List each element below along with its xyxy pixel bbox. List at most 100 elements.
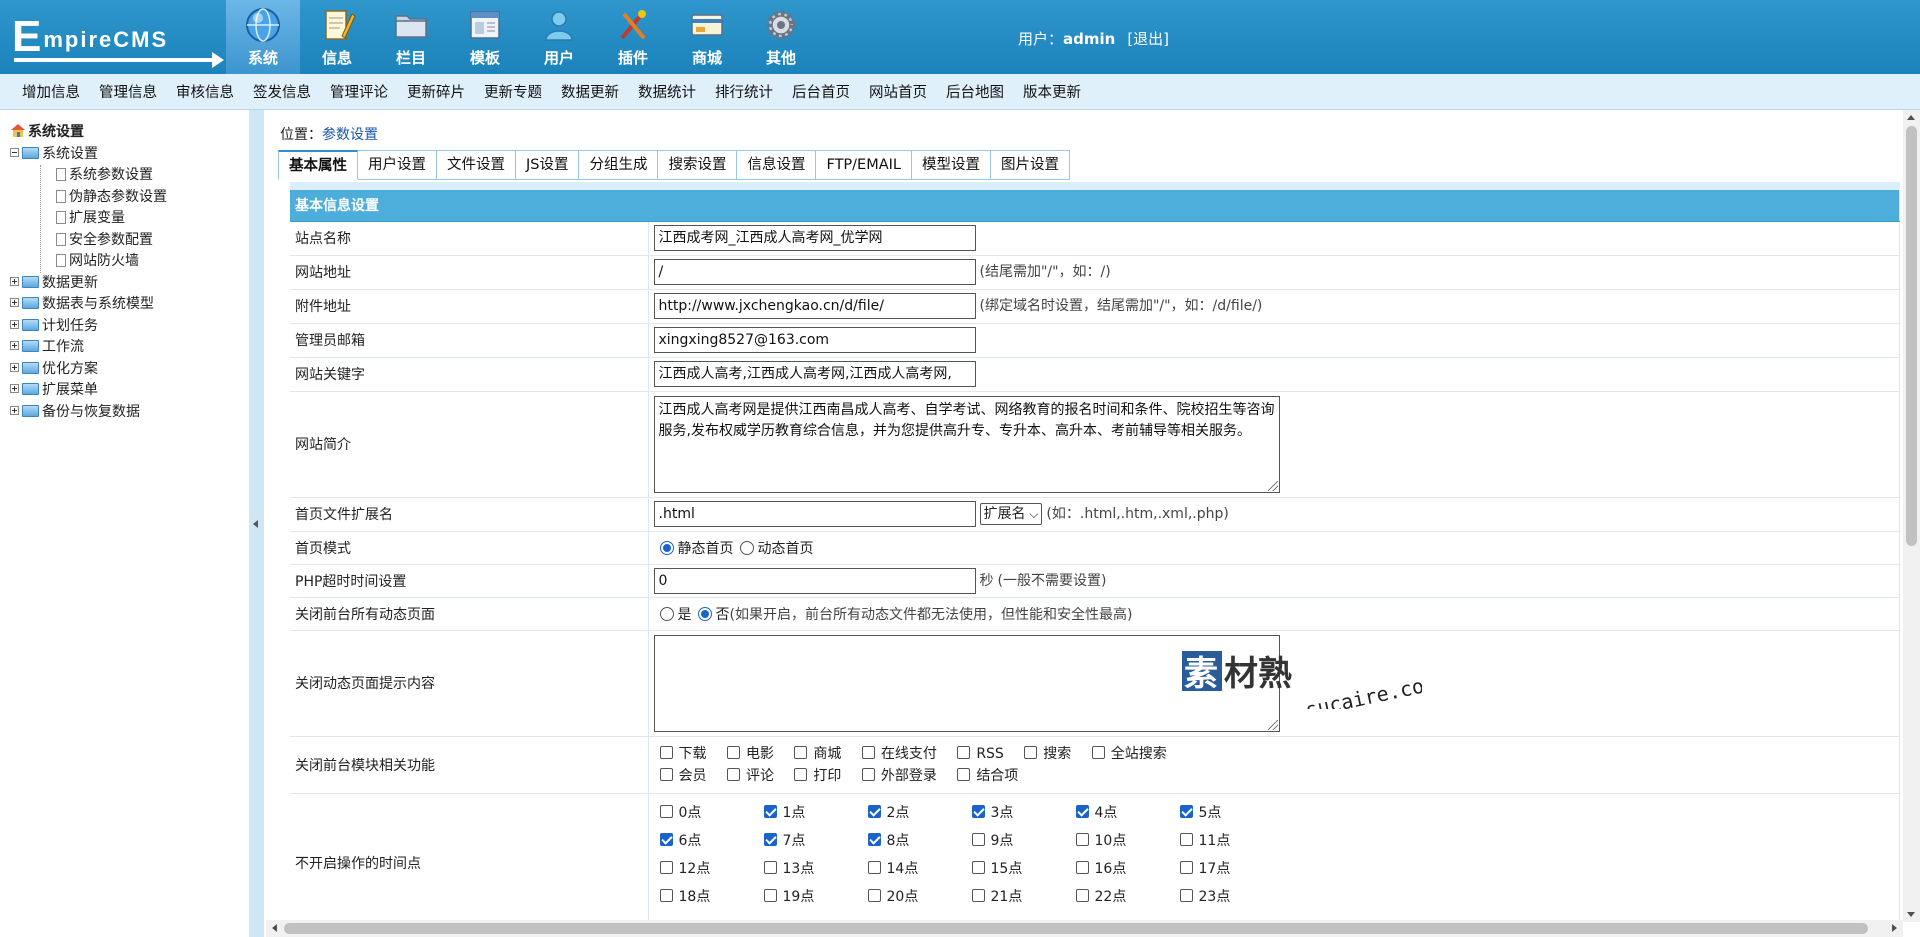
- tree-item-system-params[interactable]: 系统参数设置: [10, 165, 249, 187]
- module-checkbox[interactable]: [957, 767, 971, 781]
- scroll-up-icon[interactable]: [1907, 115, 1915, 120]
- hour-checkbox[interactable]: [1075, 860, 1089, 874]
- scroll-thumb[interactable]: [284, 923, 1868, 934]
- module-checkbox[interactable]: [861, 745, 875, 759]
- hour-checkbox[interactable]: [1179, 804, 1193, 818]
- module-checkbox[interactable]: [659, 745, 673, 759]
- subnav-sign-info[interactable]: 签发信息: [253, 81, 311, 102]
- subnav-site-home[interactable]: 网站首页: [869, 81, 927, 102]
- tree-group-system[interactable]: 系统设置: [10, 144, 249, 166]
- expand-icon[interactable]: [10, 341, 19, 350]
- module-checkbox[interactable]: [1024, 745, 1038, 759]
- hour-checkbox[interactable]: [867, 804, 881, 818]
- subnav-data-stats[interactable]: 数据统计: [638, 81, 696, 102]
- tree-group-backup[interactable]: 备份与恢复数据: [10, 402, 249, 424]
- hour-checkbox[interactable]: [971, 860, 985, 874]
- email-input[interactable]: xingxing8527@163.com: [653, 327, 976, 353]
- topnav-column[interactable]: 栏目: [374, 0, 448, 74]
- subnav-version-update[interactable]: 版本更新: [1023, 81, 1081, 102]
- tab-user[interactable]: 用户设置: [358, 150, 437, 180]
- expand-icon[interactable]: [10, 319, 19, 329]
- subnav-manage-comments[interactable]: 管理评论: [330, 81, 388, 102]
- intro-textarea[interactable]: 江西成人高考网是提供江西南昌成人高考、自学考试、网络教育的报名时间和条件、院校招…: [653, 395, 1280, 493]
- ext-input[interactable]: .html: [653, 501, 976, 527]
- hour-checkbox[interactable]: [763, 888, 777, 902]
- hour-checkbox[interactable]: [659, 832, 673, 846]
- collapse-arrow-icon[interactable]: [253, 520, 258, 528]
- tab-basic[interactable]: 基本属性: [278, 150, 358, 180]
- breadcrumb-link[interactable]: 参数设置: [322, 127, 378, 143]
- tab-js[interactable]: JS设置: [516, 150, 580, 180]
- tab-search[interactable]: 搜索设置: [658, 150, 738, 180]
- hour-checkbox[interactable]: [763, 832, 777, 846]
- hour-checkbox[interactable]: [971, 832, 985, 846]
- topnav-info[interactable]: 信息: [300, 0, 374, 74]
- subnav-update-topics[interactable]: 更新专题: [484, 81, 542, 102]
- tab-group-gen[interactable]: 分组生成: [579, 150, 659, 180]
- scroll-down-icon[interactable]: [1907, 912, 1915, 917]
- subnav-rank-stats[interactable]: 排行统计: [715, 81, 773, 102]
- tab-file[interactable]: 文件设置: [437, 150, 516, 180]
- scroll-left-icon[interactable]: [272, 924, 277, 932]
- hour-checkbox[interactable]: [659, 888, 673, 902]
- hour-checkbox[interactable]: [659, 804, 673, 818]
- horizontal-scrollbar[interactable]: [266, 920, 1903, 937]
- expand-icon[interactable]: [10, 405, 19, 415]
- expand-icon[interactable]: [10, 298, 19, 307]
- tree-item-ext-vars[interactable]: 扩展变量: [10, 208, 249, 230]
- scroll-right-icon[interactable]: [1892, 924, 1897, 932]
- module-checkbox[interactable]: [861, 767, 875, 781]
- subnav-review-info[interactable]: 审核信息: [176, 81, 234, 102]
- topnav-system[interactable]: 系统: [226, 0, 300, 74]
- tree-group-tables[interactable]: 数据表与系统模型: [10, 294, 249, 316]
- hour-checkbox[interactable]: [867, 888, 881, 902]
- hour-checkbox[interactable]: [1179, 888, 1193, 902]
- tree-group-optimize[interactable]: 优化方案: [10, 359, 249, 381]
- topnav-plugin[interactable]: 插件: [596, 0, 670, 74]
- subnav-update-fragments[interactable]: 更新碎片: [407, 81, 465, 102]
- resize-grip-icon[interactable]: [1267, 719, 1278, 730]
- tree-group-tasks[interactable]: 计划任务: [10, 316, 249, 338]
- topnav-other[interactable]: 其他: [744, 0, 818, 74]
- mode-dynamic-radio[interactable]: [739, 540, 754, 555]
- expand-icon[interactable]: [10, 384, 19, 393]
- close-dyn-yes-radio[interactable]: [659, 606, 674, 621]
- tree-item-security[interactable]: 安全参数配置: [10, 230, 249, 252]
- subnav-manage-info[interactable]: 管理信息: [99, 81, 157, 102]
- site-name-input[interactable]: 江西成考网_江西成人高考网_优学网: [653, 225, 976, 251]
- sidebar-splitter[interactable]: [250, 110, 264, 937]
- hour-checkbox[interactable]: [867, 860, 881, 874]
- topnav-shop[interactable]: 商城: [670, 0, 744, 74]
- module-checkbox[interactable]: [794, 745, 808, 759]
- logout-link[interactable]: [退出]: [1127, 30, 1169, 48]
- topnav-user[interactable]: 用户: [522, 0, 596, 74]
- hour-checkbox[interactable]: [1179, 832, 1193, 846]
- tab-model[interactable]: 模型设置: [912, 150, 992, 180]
- hour-checkbox[interactable]: [659, 860, 673, 874]
- collapse-icon[interactable]: [10, 147, 19, 157]
- close-msg-textarea[interactable]: [653, 634, 1280, 732]
- hour-checkbox[interactable]: [1075, 888, 1089, 902]
- empirecms-logo[interactable]: EmpireCMS: [8, 10, 224, 68]
- vertical-scrollbar[interactable]: [1903, 110, 1920, 922]
- tree-item-firewall[interactable]: 网站防火墙: [10, 251, 249, 273]
- hour-checkbox[interactable]: [971, 888, 985, 902]
- attach-url-input[interactable]: http://www.jxchengkao.cn/d/file/: [653, 293, 976, 319]
- subnav-data-update[interactable]: 数据更新: [561, 81, 619, 102]
- close-dyn-no-radio[interactable]: [697, 606, 712, 621]
- site-url-input[interactable]: /: [653, 259, 976, 285]
- hour-checkbox[interactable]: [1179, 860, 1193, 874]
- module-checkbox[interactable]: [957, 745, 971, 759]
- hour-checkbox[interactable]: [763, 860, 777, 874]
- tab-info[interactable]: 信息设置: [737, 150, 817, 180]
- module-checkbox[interactable]: [726, 767, 740, 781]
- module-checkbox[interactable]: [659, 767, 673, 781]
- ext-select[interactable]: 扩展名: [979, 503, 1043, 525]
- tree-group-workflow[interactable]: 工作流: [10, 337, 249, 359]
- timeout-input[interactable]: 0: [653, 567, 976, 594]
- scroll-thumb[interactable]: [1906, 126, 1917, 546]
- expand-icon[interactable]: [10, 362, 19, 372]
- mode-static-radio[interactable]: [659, 540, 674, 555]
- module-checkbox[interactable]: [726, 745, 740, 759]
- subnav-admin-map[interactable]: 后台地图: [946, 81, 1004, 102]
